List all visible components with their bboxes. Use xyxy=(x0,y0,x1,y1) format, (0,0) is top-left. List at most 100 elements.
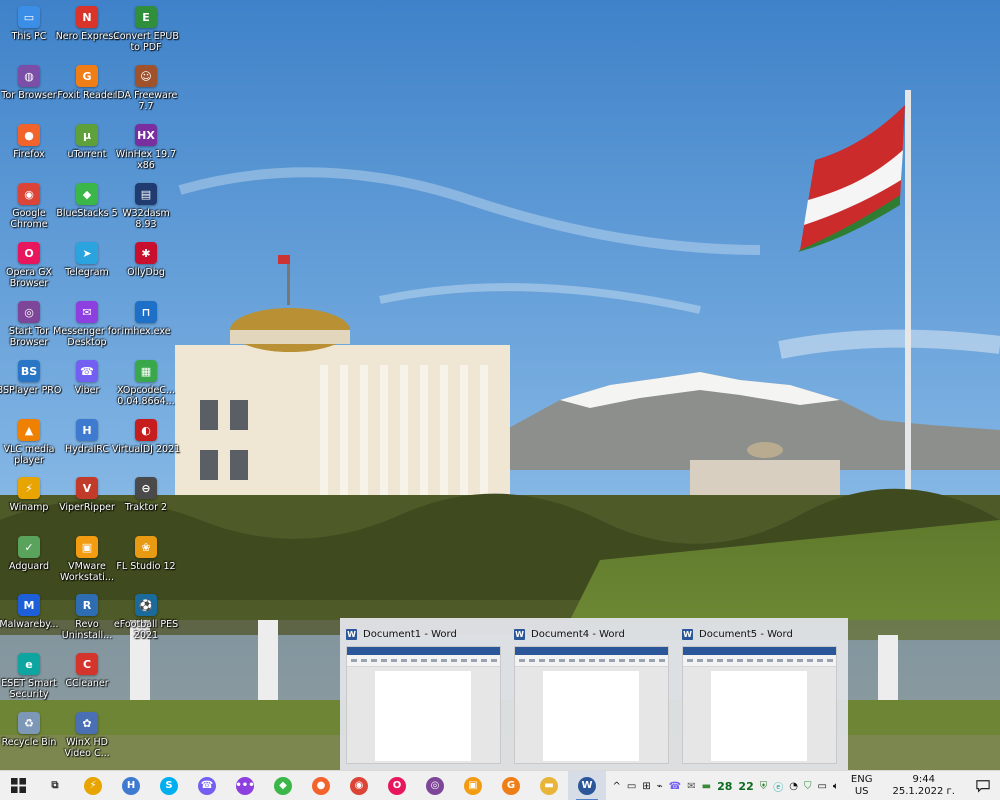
desktop-icon-bsplayer[interactable]: BS BSPlayer PRO xyxy=(0,356,61,412)
skype-icon: S xyxy=(160,776,178,795)
file-explorer-pinned[interactable]: ▬ xyxy=(530,771,568,800)
hydrairc-pinned[interactable]: H xyxy=(112,771,150,800)
desktop-icon-malwarebytes[interactable]: M Malwareby... xyxy=(0,590,59,646)
desktop-icon-recycle-bin[interactable]: ♻ Recycle Bin xyxy=(0,708,58,764)
action-center-button[interactable] xyxy=(966,771,1000,800)
desktop-icon-viperripper[interactable]: V ViperRipper xyxy=(58,473,116,529)
thumbnail-document5[interactable]: W Document5 - Word xyxy=(676,622,844,770)
desktop-icon-xopcodecalc[interactable]: ▦ XOpcodeC... 0.04.8664... xyxy=(117,356,175,412)
desktop-icon-ida-freeware[interactable]: ☺ IDA Freeware 7.7 xyxy=(115,61,177,117)
battery-icon[interactable]: ▭ xyxy=(817,781,826,792)
desktop-icon-label: VirtualDJ 2021 xyxy=(111,444,181,455)
desktop-icon-start-tor[interactable]: ◎ Start Tor Browser xyxy=(0,297,58,353)
bluestacks-pinned[interactable]: ◆ xyxy=(264,771,302,800)
keyboard-layout: US xyxy=(854,786,869,797)
vmware-icon: ▣ xyxy=(76,536,98,558)
eset-tray-icon[interactable]: ⓔ xyxy=(773,779,783,794)
skype-pinned[interactable]: S xyxy=(150,771,188,800)
display-icon[interactable]: ▭ xyxy=(627,781,636,792)
clock-time: 9:44 xyxy=(912,774,935,785)
messenger-pinned[interactable]: ••• xyxy=(226,771,264,800)
firefox-icon: ● xyxy=(312,776,330,795)
desktop-icon-nero-express[interactable]: N Nero Express xyxy=(56,2,118,58)
viber-icon: ☎ xyxy=(198,776,216,795)
ollydbg-icon: ✱ xyxy=(135,242,157,264)
desktop-icon-ccleaner[interactable]: C CCleaner xyxy=(58,649,116,705)
bluestacks-icon: ◆ xyxy=(274,776,292,795)
adguard-icon: ✓ xyxy=(18,536,40,558)
desktop-icon-label: Traktor 2 xyxy=(124,502,168,513)
desktop-icon-convert-epub[interactable]: E Convert EPUB to PDF xyxy=(113,2,179,58)
vmware-pinned[interactable]: ▣ xyxy=(454,771,492,800)
thumbnail-document4[interactable]: W Document4 - Word xyxy=(508,622,676,770)
foxit-reader-icon: G xyxy=(76,65,98,87)
eset-icon: e xyxy=(18,653,40,675)
convert-epub-icon: E xyxy=(135,6,157,28)
desktop-icon-utorrent[interactable]: µ uTorrent xyxy=(58,120,116,176)
desktop-icon-telegram[interactable]: ➤ Telegram xyxy=(58,238,116,294)
desktop-icon-viber[interactable]: ☎ Viber xyxy=(58,356,116,412)
chrome-pinned[interactable]: ◉ xyxy=(340,771,378,800)
usb-icon[interactable]: ⌁ xyxy=(657,781,663,792)
desktop-icon-revo-uninstaller[interactable]: R Revo Uninstall... xyxy=(58,590,116,646)
desktop-icon-opera-gx[interactable]: O Opera GX Browser xyxy=(0,238,58,294)
recycle-bin-icon: ♻ xyxy=(18,712,40,734)
viber-pinned[interactable]: ☎ xyxy=(188,771,226,800)
taskbar-pinned-apps: ⧉ ⚡ H S ☎ ••• ◆ ● ◉ O ◎ ▣ G ▬ W xyxy=(36,770,606,800)
messenger-icon: ✉ xyxy=(76,301,98,323)
desktop-icon-vlc[interactable]: ▲ VLC media player xyxy=(0,415,58,471)
desktop-icon-imhex[interactable]: ⊓ imhex.exe xyxy=(117,297,175,353)
desktop-icon-bluestacks[interactable]: ◆ BlueStacks 5 xyxy=(56,179,118,235)
desktop-icon-foxit-reader[interactable]: G Foxit Reader xyxy=(57,61,117,117)
wifi-icon[interactable]: ◔ xyxy=(789,781,798,792)
tor-pinned[interactable]: ◎ xyxy=(416,771,454,800)
winamp-pinned[interactable]: ⚡ xyxy=(74,771,112,800)
thumbnail-document1[interactable]: W Document1 - Word xyxy=(340,622,508,770)
desktop-icon-tor-browser[interactable]: ◍ Tor Browser xyxy=(0,61,58,117)
cash-tray-icon[interactable]: ▬ xyxy=(702,781,711,792)
desktop-icon-messenger[interactable]: ✉ Messenger for Desktop xyxy=(53,297,121,353)
firefox-pinned[interactable]: ● xyxy=(302,771,340,800)
desktop-icon-winamp[interactable]: ⚡ Winamp xyxy=(0,473,58,529)
foxit-pinned[interactable]: G xyxy=(492,771,530,800)
desktop-icon-firefox[interactable]: ● Firefox xyxy=(0,120,58,176)
desktop-icon-chrome[interactable]: ◉ Google Chrome xyxy=(0,179,58,235)
window-preview xyxy=(346,646,501,764)
desktop-icon-this-pc[interactable]: ▭ This PC xyxy=(0,2,58,58)
desktop-icon-adguard[interactable]: ✓ Adguard xyxy=(0,532,58,588)
speaker-icon[interactable]: 🔈︎ xyxy=(833,781,839,792)
shield-check-tray-icon[interactable]: ⛉ xyxy=(804,781,812,792)
desktop-icon-w32dasm[interactable]: ▤ W32dasm 8.93 xyxy=(117,179,175,235)
shield-tray-icon[interactable]: ⛨ xyxy=(760,781,768,792)
clock-date: 25.1.2022 г. xyxy=(892,786,955,797)
nero-express-icon: N xyxy=(76,6,98,28)
desktop-icon-fl-studio[interactable]: ❀ FL Studio 12 xyxy=(116,532,176,588)
desktop-icon-hydrairc[interactable]: H HydraIRC xyxy=(58,415,116,471)
viperripper-icon: V xyxy=(76,477,98,499)
desktop-icon-eset[interactable]: e ESET Smart Security xyxy=(0,649,58,705)
task-view-button[interactable]: ⧉ xyxy=(36,771,74,800)
word-icon: W xyxy=(578,776,596,795)
desktop-icon-label: XOpcodeC... 0.04.8664... xyxy=(116,385,175,407)
desktop-icon-ollydbg[interactable]: ✱ OllyDbg xyxy=(117,238,175,294)
show-hidden-icons-chevron[interactable]: ^ xyxy=(613,781,621,792)
chrome-icon: ◉ xyxy=(350,776,368,795)
word-pinned[interactable]: W xyxy=(568,770,606,800)
desktop-icon-vmware[interactable]: ▣ VMware Workstati... xyxy=(58,532,116,588)
mail-tray-icon[interactable]: ✉ xyxy=(687,781,695,792)
desktop-icon-winx-hd[interactable]: ✿ WinX HD Video C... xyxy=(58,708,116,764)
viber-tray-icon[interactable]: ☎ xyxy=(669,781,681,792)
hydrairc-icon: H xyxy=(122,776,140,795)
desktop-icon-winhex[interactable]: HX WinHex 19.7 x86 xyxy=(116,120,176,176)
desktop-icon-virtualdj[interactable]: ◐ VirtualDJ 2021 xyxy=(112,415,180,471)
input-language-indicator[interactable]: ENG US xyxy=(848,774,876,798)
desktop-icon-traktor[interactable]: ⊖ Traktor 2 xyxy=(117,473,175,529)
tor-icon: ◎ xyxy=(426,776,444,795)
start-button[interactable] xyxy=(0,771,36,800)
tray-counter-b[interactable]: 22 xyxy=(738,780,753,793)
desktop-icon-efootball-pes[interactable]: ⚽ eFootball PES 2021 xyxy=(114,590,178,646)
network-icon[interactable]: ⊞ xyxy=(642,781,650,792)
clock[interactable]: 9:44 25.1.2022 г. xyxy=(889,774,958,798)
opera-pinned[interactable]: O xyxy=(378,771,416,800)
tray-counter-a[interactable]: 28 xyxy=(717,780,732,793)
